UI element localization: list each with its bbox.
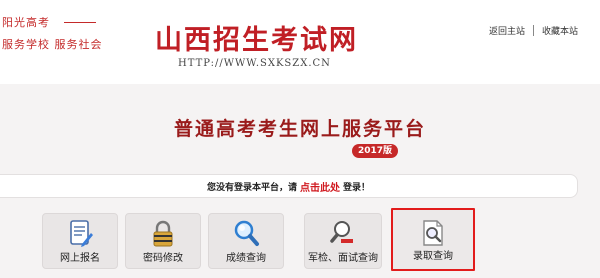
slogan-divider — [64, 21, 96, 23]
tile-admission-query[interactable]: 录取查询 — [391, 208, 475, 271]
header: 阳光高考 服务学校 服务社会 山西招生考试网 HTTP://WWW.SXKSZX… — [0, 0, 600, 84]
platform-title: 普通高考考生网上服务平台 — [173, 118, 426, 140]
login-link[interactable]: 点击此处 — [300, 179, 340, 194]
tile-online-registration[interactable]: 网上报名 — [42, 213, 118, 269]
return-home-link[interactable]: 返回主站 — [489, 24, 525, 37]
slogan-line1: 阳光高考 — [2, 16, 50, 29]
document-search-icon — [423, 220, 443, 246]
magnifier-icon — [234, 220, 259, 246]
site-url: HTTP://WWW.SXKSZX.CN — [178, 58, 331, 69]
magnifier-minus-icon — [330, 221, 353, 243]
slogan-line2: 服务学校 服务社会 — [2, 38, 103, 51]
tile-label: 密码修改 — [143, 253, 183, 264]
slogan: 阳光高考 服务学校 服务社会 — [2, 14, 103, 52]
login-notice: 您没有登录本平台，请 点击此处 登录！ — [0, 174, 578, 198]
tile-label: 网上报名 — [60, 253, 100, 264]
notice-prefix: 您没有登录本平台，请 — [206, 182, 297, 193]
bookmark-link[interactable]: 收藏本站 — [542, 24, 578, 37]
tile-label: 成绩查询 — [226, 253, 266, 264]
notice-suffix: 登录！ — [343, 182, 371, 193]
version-badge: 2017版 — [352, 144, 398, 158]
tile-label: 军检、面试查询 — [308, 253, 378, 264]
tile-label: 录取查询 — [413, 251, 453, 262]
tile-military-interview-query[interactable]: 军检、面试查询 — [304, 213, 382, 269]
site-title: 山西招生考试网 — [155, 25, 358, 56]
register-form-icon — [70, 220, 93, 247]
lock-icon — [153, 220, 173, 247]
page: 阳光高考 服务学校 服务社会 山西招生考试网 HTTP://WWW.SXKSZX… — [0, 0, 600, 278]
top-links: 返回主站 收藏本站 — [489, 24, 578, 37]
tile-password-change[interactable]: 密码修改 — [125, 213, 201, 269]
link-separator — [532, 25, 534, 36]
tile-score-query[interactable]: 成绩查询 — [208, 213, 284, 269]
